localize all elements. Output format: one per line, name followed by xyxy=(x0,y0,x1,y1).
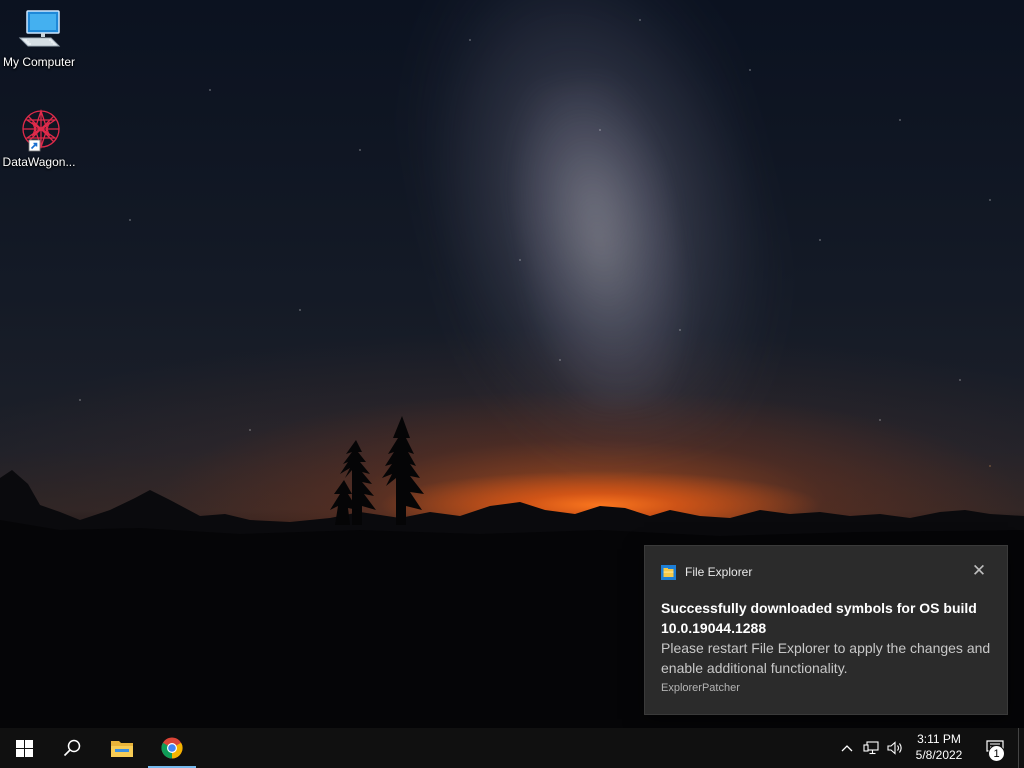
desktop-icon-my-computer[interactable]: My Computer xyxy=(0,8,78,69)
desktop-icon-label: DataWagon... xyxy=(2,155,76,169)
volume-icon xyxy=(886,741,902,755)
windows-start-icon xyxy=(15,739,33,757)
search-icon xyxy=(63,739,81,757)
tray-network-button[interactable] xyxy=(860,728,882,768)
toast-app-name: File Explorer xyxy=(685,565,753,579)
clock-time: 3:11 PM xyxy=(917,732,961,746)
chrome-icon xyxy=(161,737,183,759)
show-desktop-button[interactable] xyxy=(1018,728,1024,768)
toast-body: Please restart File Explorer to apply th… xyxy=(661,640,991,676)
desktop-icon-label: My Computer xyxy=(2,55,76,69)
close-icon[interactable]: ✕ xyxy=(971,563,987,580)
toast-notification[interactable]: File Explorer ✕ Successfully downloaded … xyxy=(644,545,1008,715)
toast-title: Successfully downloaded symbols for OS b… xyxy=(661,600,977,636)
taskbar-file-explorer[interactable] xyxy=(98,728,146,768)
chevron-up-icon xyxy=(841,745,853,752)
taskbar-clock[interactable]: 3:11 PM 5/8/2022 xyxy=(906,731,972,765)
file-explorer-icon xyxy=(661,564,676,580)
computer-icon xyxy=(18,10,61,47)
tray-volume-button[interactable] xyxy=(884,728,906,768)
toast-attribution: ExplorerPatcher xyxy=(661,682,740,694)
search-button[interactable] xyxy=(48,728,96,768)
datawagon-shortcut-icon xyxy=(22,108,60,152)
clock-date: 5/8/2022 xyxy=(915,748,963,762)
notification-count-badge: 1 xyxy=(988,745,1005,762)
tray-overflow-button[interactable] xyxy=(836,728,858,768)
start-button[interactable] xyxy=(0,728,48,768)
network-icon xyxy=(863,741,879,755)
taskbar-chrome[interactable] xyxy=(148,728,196,768)
folder-icon xyxy=(111,741,133,757)
desktop-icon-datawagon[interactable]: DataWagon... xyxy=(0,108,78,169)
toast-header: File Explorer xyxy=(661,564,752,580)
taskbar: 3:11 PM 5/8/2022 xyxy=(0,728,1024,768)
